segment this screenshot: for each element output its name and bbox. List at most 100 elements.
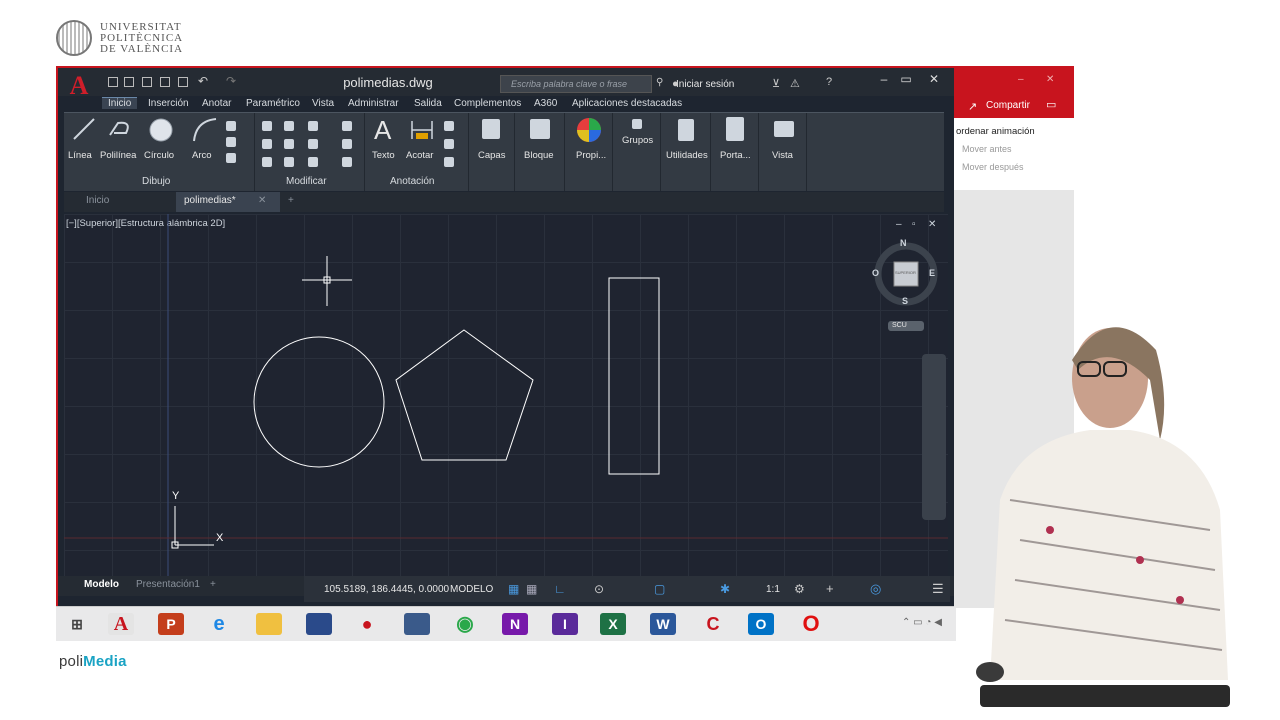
panel-anotacion[interactable]: Anotación <box>390 176 434 187</box>
utilities-button[interactable]: Utilidades <box>666 150 708 161</box>
new-file-icon[interactable] <box>108 77 118 87</box>
view-button[interactable]: Vista <box>772 150 793 161</box>
infopath-icon[interactable]: I <box>552 613 578 635</box>
new-tab-button[interactable]: + <box>288 195 294 206</box>
groups-button[interactable]: Grupos <box>622 135 653 146</box>
ccleaner-icon[interactable]: C <box>700 613 726 635</box>
undo-icon[interactable]: ↶ <box>198 74 208 88</box>
offset-icon[interactable] <box>342 157 352 167</box>
arc-icon[interactable] <box>192 117 218 143</box>
tab-vista[interactable]: Vista <box>312 98 334 109</box>
groups-icon[interactable] <box>632 119 642 129</box>
share-button[interactable]: Compartir <box>986 100 1030 111</box>
doc-tab-close-icon[interactable]: ✕ <box>258 195 266 206</box>
hatch-icon[interactable] <box>226 137 236 147</box>
plus-icon[interactable]: + <box>826 581 834 596</box>
comment-icon[interactable]: ▭ <box>1046 98 1056 111</box>
clipboard-button[interactable]: Porta... <box>720 150 751 161</box>
polyline-tool[interactable]: Polilínea <box>100 150 136 161</box>
doc-tab-active-label[interactable]: polimedias* <box>184 195 236 206</box>
tab-a360[interactable]: A360 <box>534 98 557 109</box>
word-icon[interactable]: W <box>650 613 676 635</box>
add-layout-button[interactable]: + <box>210 579 216 590</box>
copy-icon[interactable] <box>262 139 272 149</box>
clipboard-icon[interactable] <box>726 117 744 141</box>
stretch-icon[interactable] <box>262 157 272 167</box>
compass-north[interactable]: N <box>900 238 907 248</box>
dimension-icon[interactable] <box>410 119 434 141</box>
fillet-icon[interactable] <box>308 139 318 149</box>
panel-dibujo[interactable]: Dibujo <box>142 176 170 187</box>
save-as-icon[interactable] <box>160 77 170 87</box>
layers-icon[interactable] <box>482 119 500 139</box>
exchange-icon[interactable]: ⚠ <box>790 77 800 90</box>
annotation-icon[interactable]: ✱ <box>720 582 730 596</box>
tab-presentacion1[interactable]: Presentación1 <box>136 579 200 590</box>
minimize-icon[interactable]: – <box>874 72 894 86</box>
screen-recorder-icon[interactable] <box>404 613 430 635</box>
ppt-close-icon[interactable]: ✕ <box>1046 74 1054 85</box>
annotation-scale[interactable]: 1:1 <box>766 584 780 595</box>
calculator-icon[interactable] <box>678 119 694 141</box>
region-icon[interactable] <box>226 153 236 163</box>
text-icon[interactable]: A <box>374 115 391 146</box>
redo-icon[interactable]: ↷ <box>226 74 236 88</box>
ortho-icon[interactable]: ∟ <box>554 582 566 596</box>
scale-icon[interactable] <box>284 157 294 167</box>
circle-tool[interactable]: Círculo <box>144 150 174 161</box>
excel-icon[interactable]: X <box>600 613 626 635</box>
media-icon[interactable]: ● <box>354 613 380 635</box>
file-explorer-icon[interactable] <box>256 613 282 635</box>
layers-button[interactable]: Capas <box>478 150 505 161</box>
open-file-icon[interactable] <box>124 77 134 87</box>
compass-south[interactable]: S <box>902 296 908 306</box>
mirror-icon[interactable] <box>284 139 294 149</box>
search-input[interactable]: Escriba palabra clave o frase <box>500 75 652 93</box>
settings-icon[interactable]: ⚙ <box>794 582 805 596</box>
line-icon[interactable] <box>72 117 96 141</box>
compass-west[interactable]: O <box>872 268 879 278</box>
tab-anotar[interactable]: Anotar <box>202 98 231 109</box>
ucs-label[interactable]: SCU <box>892 322 907 329</box>
tab-complementos[interactable]: Complementos <box>454 98 521 109</box>
model-space-button[interactable]: MODELO <box>450 584 493 595</box>
autocad-app-button[interactable]: A <box>64 72 94 100</box>
linear-dim-icon[interactable] <box>444 121 454 131</box>
ie-icon[interactable]: e <box>206 613 232 635</box>
circle-icon[interactable] <box>148 117 174 143</box>
grid-icon[interactable]: ▦ <box>508 582 519 596</box>
rectangle-icon[interactable] <box>226 121 236 131</box>
outlook-icon[interactable]: O <box>748 613 774 635</box>
tab-aplicaciones[interactable]: Aplicaciones destacadas <box>572 98 682 109</box>
osnap-icon[interactable]: ▢ <box>654 582 665 596</box>
rotate-icon[interactable] <box>284 121 294 131</box>
line-tool[interactable]: Línea <box>68 150 92 161</box>
tab-modelo[interactable]: Modelo <box>84 579 119 590</box>
properties-button[interactable]: Propi... <box>576 150 606 161</box>
move-icon[interactable] <box>262 121 272 131</box>
print-icon[interactable] <box>178 77 188 87</box>
move-later-button[interactable]: Mover después <box>962 162 1024 172</box>
viewcube-face-label[interactable]: SUPERIOR <box>895 270 916 275</box>
system-tray-icons[interactable]: ⌃ ▭ ◔ ◀ <box>902 617 942 628</box>
properties-icon[interactable] <box>576 117 602 143</box>
coordinates-readout[interactable]: 105.5189, 186.4445, 0.0000 <box>324 584 449 595</box>
binoculars-icon[interactable]: ⚲ <box>656 77 663 88</box>
trim-icon[interactable] <box>308 121 318 131</box>
remote-desktop-icon[interactable] <box>306 613 332 635</box>
array-icon[interactable] <box>308 157 318 167</box>
opera-icon[interactable]: O <box>798 613 824 635</box>
menu-icon[interactable]: ☰ <box>932 581 944 597</box>
compass-east[interactable]: E <box>929 268 935 278</box>
powerpoint-icon[interactable]: P <box>158 613 184 635</box>
restore-icon[interactable]: ▭ <box>896 72 916 86</box>
snap-icon[interactable]: ▦ <box>526 582 537 596</box>
arc-tool[interactable]: Arco <box>192 150 212 161</box>
tab-inicio[interactable]: Inicio <box>102 97 138 109</box>
windows-start-icon[interactable]: ⊞ <box>64 613 90 635</box>
tab-salida[interactable]: Salida <box>414 98 442 109</box>
chrome-icon[interactable]: ◉ <box>452 613 478 635</box>
sign-in-link[interactable]: Iniciar sesión <box>676 79 734 90</box>
erase-icon[interactable] <box>342 121 352 131</box>
autocad-taskbar-icon[interactable]: A <box>108 613 134 635</box>
